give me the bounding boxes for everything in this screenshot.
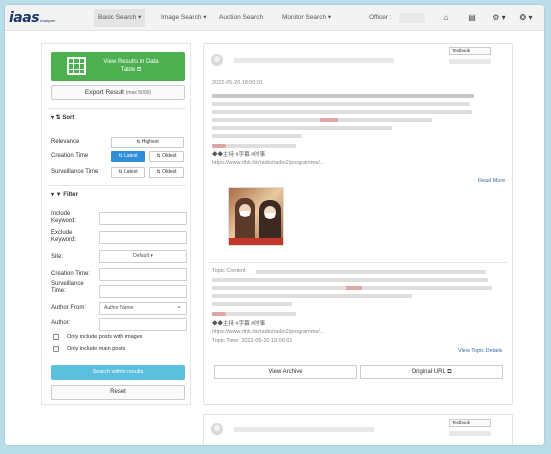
site-label: Site:	[51, 254, 64, 260]
highlighted-keyword	[346, 286, 362, 290]
post-text-line	[212, 102, 470, 106]
highlighted-keyword	[212, 144, 226, 148]
nav-auction-search[interactable]: Auction Search	[215, 12, 267, 24]
author-label: Author:	[51, 320, 71, 326]
logo-text: iaas	[9, 10, 40, 26]
post-url[interactable]: https://www.rthk.hk/radio/radio2/program…	[212, 160, 325, 166]
logo[interactable]: iaasAnalyzer	[9, 10, 56, 26]
nav-monitor-search[interactable]: Monitor Search ▾	[278, 12, 335, 24]
topic-text-line	[212, 294, 412, 298]
surveillance-time-label: Surveillance Time:	[51, 281, 84, 294]
nav-image-search[interactable]: Image Search ▾	[157, 12, 211, 24]
surveillance-time-input[interactable]	[99, 285, 187, 298]
settings-icon[interactable]: ⚙ ▾	[489, 12, 509, 24]
sort-creation-latest-button[interactable]: ⇅ Latest	[111, 151, 145, 162]
site-select[interactable]: Default ▾	[99, 250, 187, 263]
label-placeholder	[449, 59, 491, 64]
main-posts-only-label: Only include main posts	[67, 346, 126, 352]
search-within-results-button[interactable]: Search within results	[51, 365, 185, 380]
divider	[208, 262, 508, 263]
export-result-button[interactable]: Export Result (max 5000)	[51, 85, 185, 100]
author-name-redacted	[234, 58, 394, 63]
sort-surveillance-time-label: Surveillance Time	[51, 169, 99, 175]
topic-time-row: Topic Time 2022-05-20 18:00:01	[212, 338, 292, 344]
image-banner	[229, 238, 283, 245]
view-results-label: View Results in Data Table ⧉	[103, 59, 159, 73]
sort-surveillance-latest-button[interactable]: ⇅ Latest	[111, 167, 145, 178]
post-text-line	[212, 110, 472, 114]
post-text-line	[212, 126, 392, 130]
officer-label: Officer :	[369, 14, 392, 21]
view-archive-button[interactable]: View Archive	[214, 365, 357, 379]
topic-text-line	[212, 302, 292, 306]
post-hashtags: ◆◆主持 #字幕 #时事	[212, 152, 266, 158]
app-window: iaasAnalyzer Basic Search ▾ Image Search…	[5, 5, 544, 445]
post-card: Textbook 2022-05-20 18:00:01 ◆◆主持 #字幕 #时…	[203, 43, 513, 405]
topic-text-line	[212, 278, 488, 282]
author-from-select[interactable]: Author Name ⌄	[99, 302, 187, 315]
author-from-label: Author From:	[51, 305, 87, 311]
post-date: 2022-05-20 18:00:01	[212, 80, 264, 86]
images-only-checkbox[interactable]	[53, 334, 59, 340]
original-url-button[interactable]: Original URL ⧉	[360, 365, 503, 379]
main-posts-only-checkbox[interactable]	[53, 346, 59, 352]
highlighted-keyword	[212, 312, 226, 316]
read-more-link[interactable]: Read More	[478, 178, 505, 184]
creation-time-input[interactable]	[99, 268, 187, 281]
home-icon[interactable]: ⌂	[439, 12, 453, 24]
post-image[interactable]	[228, 187, 284, 246]
post-text-line	[226, 144, 296, 148]
label-placeholder	[449, 431, 491, 436]
sort-relevance-highest-button[interactable]: ⇅ Highest	[111, 137, 184, 148]
top-navigation: iaasAnalyzer Basic Search ▾ Image Search…	[5, 5, 544, 31]
sort-creation-time-label: Creation Time	[51, 153, 89, 159]
images-only-label: Only include posts with images	[67, 334, 143, 340]
include-keyword-input[interactable]	[99, 212, 187, 225]
author-input[interactable]	[99, 318, 187, 331]
view-topic-details-link[interactable]: View Topic Details	[458, 348, 502, 354]
label-select[interactable]: Textbook	[449, 419, 491, 427]
post-text-line	[212, 94, 474, 98]
chevron-down-icon: ⌄	[176, 303, 182, 310]
sort-creation-oldest-button[interactable]: ⇅ Oldest	[149, 151, 184, 162]
avatar	[211, 423, 223, 435]
topic-text-line	[256, 270, 486, 274]
search-sidebar: View Results in Data Table ⧉ Export Resu…	[41, 43, 191, 405]
sort-section-title[interactable]: ▾ ⇅ Sort	[51, 114, 74, 121]
table-icon	[67, 57, 86, 75]
post-text-line	[212, 134, 302, 138]
creation-time-label: Creation Time:	[51, 271, 91, 277]
exclude-keyword-input[interactable]	[99, 231, 187, 244]
highlighted-keyword	[320, 118, 338, 122]
label-select[interactable]: Textbook	[449, 47, 491, 55]
topic-time-label: Topic Time	[212, 338, 239, 344]
logo-subtitle: Analyzer	[40, 18, 56, 23]
include-keyword-label: Include Keyword:	[51, 211, 77, 224]
filter-section-title[interactable]: ▾ ▼ Filter	[51, 191, 78, 198]
nav-basic-search[interactable]: Basic Search ▾	[94, 9, 146, 27]
officer-name-redacted	[399, 13, 425, 23]
topic-text-line	[226, 312, 296, 316]
topic-content-label: Topic Content	[212, 268, 246, 274]
topic-time-value: 2022-05-20 18:00:01	[241, 338, 293, 344]
view-results-button[interactable]: View Results in Data Table ⧉	[51, 52, 185, 81]
image-mask	[240, 211, 250, 216]
avatar	[211, 54, 223, 66]
divider	[48, 185, 186, 186]
post-card: Textbook	[203, 414, 513, 445]
sort-relevance-label: Relevance	[51, 139, 80, 145]
divider	[48, 108, 186, 109]
topic-hashtags: ◆◆主持 #字幕 #时事	[212, 321, 266, 327]
author-name-redacted	[234, 427, 374, 432]
help-icon[interactable]: ❂ ▾	[516, 12, 536, 24]
export-limit: (max 5000)	[125, 90, 152, 96]
exclude-keyword-label: Exclude Keyword:	[51, 230, 77, 243]
sort-surveillance-oldest-button[interactable]: ⇅ Oldest	[149, 167, 184, 178]
topic-url[interactable]: https://www.rthk.hk/radio/radio2/program…	[212, 329, 325, 335]
book-icon[interactable]: ▤	[465, 12, 479, 24]
author-from-value: Author Name	[104, 305, 134, 311]
image-mask	[265, 213, 275, 218]
reset-button[interactable]: Reset	[51, 385, 185, 400]
export-label: Export Result	[84, 89, 124, 96]
